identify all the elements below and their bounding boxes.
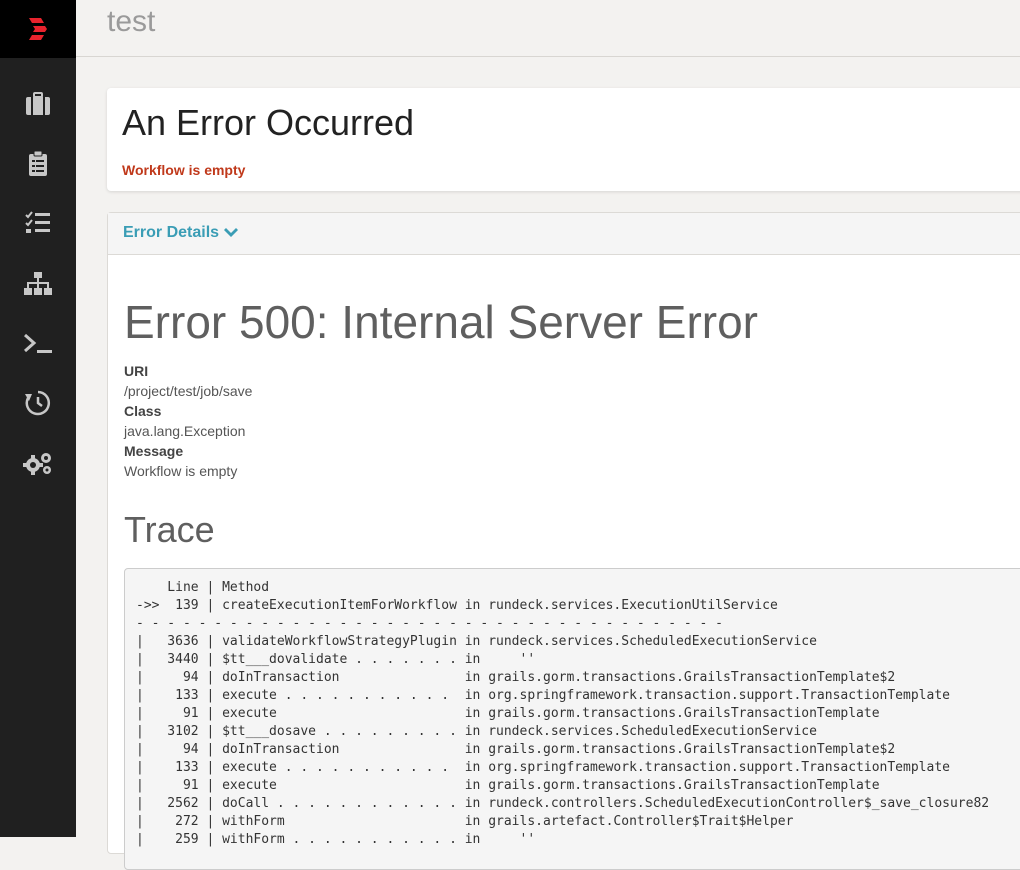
gears-icon — [23, 453, 51, 475]
class-value: java.lang.Exception — [124, 423, 246, 439]
trace-line: ->> 139 | createExecutionItemForWorkflow… — [136, 598, 778, 613]
sidebar-item-settings[interactable] — [0, 433, 76, 493]
class-label: Class — [124, 403, 162, 419]
error-code-heading: Error 500: Internal Server Error — [124, 296, 759, 348]
trace-line: | 91 | execute in grails.gorm.transactio… — [136, 778, 880, 793]
error-details-label: Error Details — [123, 224, 220, 241]
trace-line: | 133 | execute . . . . . . . . . . . in… — [136, 688, 950, 703]
trace-heading: Trace — [124, 509, 215, 550]
uri-label: URI — [124, 363, 149, 379]
error-summary: Workflow is empty — [122, 162, 246, 178]
error-details-panel: Error Details Error 500: Internal Server… — [107, 212, 1020, 870]
sidebar — [0, 0, 76, 837]
trace-line: | 3636 | validateWorkflowStrategyPlugin … — [136, 634, 817, 649]
trace-line: Line | Method — [136, 580, 270, 595]
sitemap-icon — [24, 272, 52, 295]
trace-line: | 94 | doInTransaction in grails.gorm.tr… — [136, 742, 896, 757]
trace-line: | 133 | execute . . . . . . . . . . . in… — [136, 760, 950, 775]
trace-line: | 259 | withForm . . . . . . . . . . . i… — [136, 832, 536, 847]
error-heading: An Error Occurred — [122, 102, 415, 143]
uri-value: /project/test/job/save — [124, 383, 253, 399]
briefcase-icon — [26, 92, 50, 115]
trace-line: | 91 | execute in grails.gorm.transactio… — [136, 706, 880, 721]
trace-line: | 3440 | $tt___dovalidate . . . . . . . … — [136, 652, 536, 667]
checklist-icon — [25, 211, 50, 233]
sidebar-item-history[interactable] — [0, 373, 76, 433]
clipboard-icon — [29, 151, 47, 176]
error-details-toggle[interactable]: Error Details — [123, 224, 239, 242]
terminal-icon — [24, 333, 52, 353]
logo[interactable] — [0, 0, 76, 58]
project-title[interactable]: test — [107, 5, 155, 39]
sidebar-item-activity[interactable] — [0, 134, 76, 194]
history-icon — [25, 390, 51, 416]
chevron-down-icon — [224, 228, 239, 237]
rundeck-logo-icon — [29, 18, 47, 40]
stack-trace-text: Line | Method ->> 139 | createExecutionIt… — [125, 569, 1020, 859]
top-bar: test — [76, 0, 1020, 57]
trace-line: | 3102 | $tt___dosave . . . . . . . . . … — [136, 724, 817, 739]
error-details-header: Error Details — [108, 213, 1020, 255]
trace-line: | 94 | doInTransaction in grails.gorm.tr… — [136, 670, 896, 685]
sidebar-item-tasks[interactable] — [0, 193, 76, 253]
error-card: An Error Occurred Workflow is empty — [107, 88, 1020, 191]
sidebar-item-commands[interactable] — [0, 314, 76, 374]
message-value: Workflow is empty — [124, 463, 238, 479]
sidebar-item-nodes[interactable] — [0, 254, 76, 314]
stack-trace[interactable]: Line | Method ->> 139 | createExecutionIt… — [124, 568, 1020, 870]
trace-line: - - - - - - - - - - - - - - - - - - - - … — [136, 616, 723, 631]
message-label: Message — [124, 443, 184, 459]
trace-line: | 272 | withForm in grails.artefact.Cont… — [136, 814, 794, 829]
sidebar-item-jobs[interactable] — [0, 74, 76, 134]
trace-line: | 2562 | doCall . . . . . . . . . . . . … — [136, 796, 990, 811]
